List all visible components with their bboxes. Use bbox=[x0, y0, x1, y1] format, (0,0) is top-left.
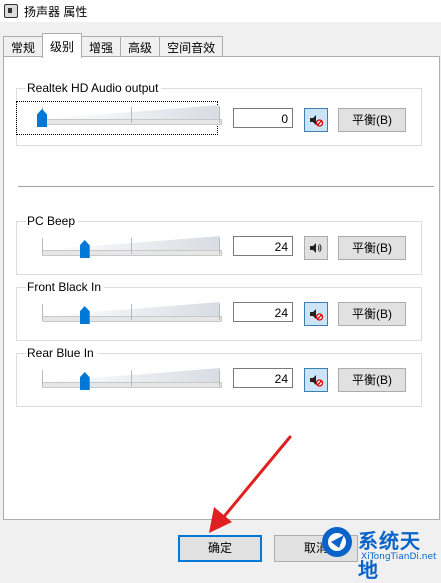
levels-panel: Realtek HD Audio output 0 平衡(B) PC Beep … bbox=[3, 56, 440, 520]
slider-thumb[interactable] bbox=[79, 306, 90, 324]
volume-value-front-black-in[interactable]: 24 bbox=[233, 302, 293, 322]
mute-button-realtek[interactable] bbox=[304, 108, 328, 132]
slider-thumb[interactable] bbox=[79, 240, 90, 258]
mute-button-rear-blue-in[interactable] bbox=[304, 368, 328, 392]
slider-thumb[interactable] bbox=[79, 372, 90, 390]
separator bbox=[18, 186, 434, 190]
slider-thumb[interactable] bbox=[37, 109, 47, 127]
mute-button-pc-beep[interactable] bbox=[304, 236, 328, 260]
balance-button-pc-beep[interactable]: 平衡(B) bbox=[338, 236, 406, 260]
channel-label: Rear Blue In bbox=[26, 346, 97, 360]
tab-strip: 常规 级别 增强 高级 空间音效 bbox=[3, 33, 224, 58]
volume-slider-front-black-in[interactable] bbox=[37, 300, 225, 328]
watermark-subtitle: XiTongTianDi.net bbox=[361, 552, 437, 562]
channel-label: Front Black In bbox=[26, 280, 105, 294]
balance-button-rear-blue-in[interactable]: 平衡(B) bbox=[338, 368, 406, 392]
volume-slider-pc-beep[interactable] bbox=[37, 234, 225, 262]
volume-value-pc-beep[interactable]: 24 bbox=[233, 236, 293, 256]
watermark: 系统天地 XiTongTianDi.net bbox=[318, 521, 441, 582]
speaker-icon bbox=[310, 243, 322, 253]
speaker-properties-icon bbox=[4, 4, 18, 18]
speaker-muted-icon bbox=[310, 115, 323, 127]
tab-advanced[interactable]: 高级 bbox=[120, 36, 161, 57]
volume-value-realtek[interactable]: 0 bbox=[233, 108, 293, 128]
speaker-muted-icon bbox=[310, 309, 323, 321]
watermark-logo-icon bbox=[322, 527, 352, 557]
tab-levels[interactable]: 级别 bbox=[42, 33, 83, 58]
tab-general[interactable]: 常规 bbox=[3, 36, 44, 57]
tab-spatial-sound[interactable]: 空间音效 bbox=[159, 36, 224, 57]
window-title: 扬声器 属性 bbox=[24, 4, 88, 19]
tab-enhancements[interactable]: 增强 bbox=[81, 36, 122, 57]
volume-slider-rear-blue-in[interactable] bbox=[37, 366, 225, 394]
mute-button-front-black-in[interactable] bbox=[304, 302, 328, 326]
balance-button-front-black-in[interactable]: 平衡(B) bbox=[338, 302, 406, 326]
volume-value-rear-blue-in[interactable]: 24 bbox=[233, 368, 293, 388]
speaker-muted-icon bbox=[310, 375, 323, 387]
title-bar: 扬声器 属性 bbox=[0, 0, 441, 22]
ok-button[interactable]: 确定 bbox=[178, 535, 262, 562]
volume-slider-realtek[interactable] bbox=[37, 103, 225, 131]
balance-button-realtek[interactable]: 平衡(B) bbox=[338, 108, 406, 132]
channel-label: PC Beep bbox=[26, 214, 79, 228]
channel-label: Realtek HD Audio output bbox=[26, 81, 162, 95]
